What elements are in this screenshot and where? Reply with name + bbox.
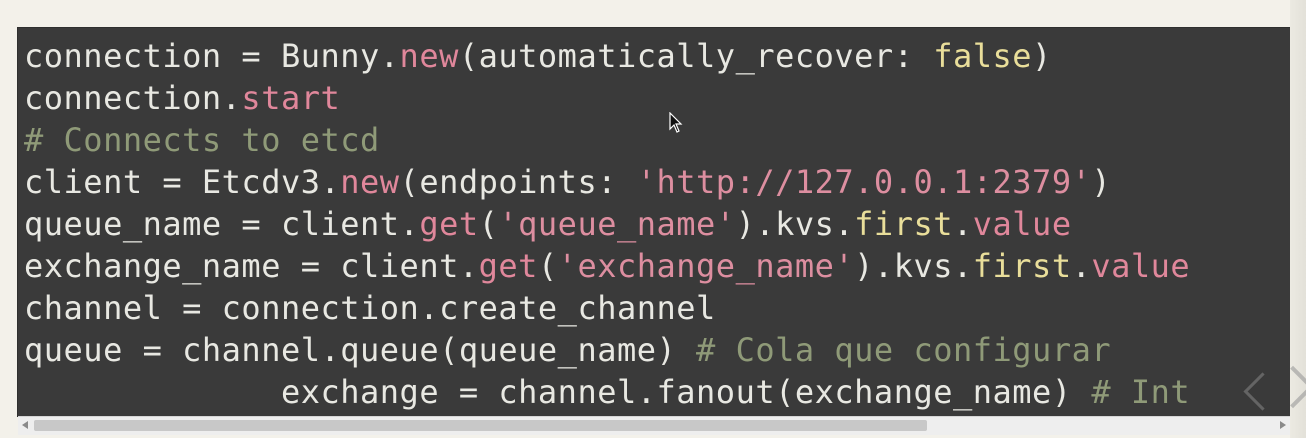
code-token-method: value	[972, 205, 1072, 243]
code-token-ident: .	[1071, 247, 1092, 285]
code-token-ident: queue_name = client.	[24, 205, 420, 243]
code-token-ident: connection = Bunny.	[24, 37, 400, 75]
code-token-method: value	[1091, 247, 1191, 285]
code-token-comment: # Int	[1091, 373, 1191, 411]
horizontal-scrollbar[interactable]	[18, 416, 1290, 435]
code-token-ident: (automatically_recover:	[458, 37, 934, 75]
code-token-ident: queue = channel.queue(queue_name)	[24, 331, 697, 369]
code-token-ident: client = Etcdv3.	[24, 163, 341, 201]
code-line: # Connects to etcd	[24, 119, 1190, 161]
code-line: connection = Bunny.new(automatically_rec…	[24, 35, 1190, 77]
code-token-ident: )	[1091, 163, 1112, 201]
code-token-ident: .	[952, 205, 973, 243]
code-token-bool: first	[972, 247, 1072, 285]
code-token-string: 'http://127.0.0.1:2379'	[636, 163, 1092, 201]
code-token-ident: channel = connection.create_channel	[24, 289, 716, 327]
code-token-bool: false	[933, 37, 1033, 75]
code-token-ident: exchange_name = client.	[24, 247, 479, 285]
scroll-right-arrow-icon[interactable]	[1280, 421, 1286, 429]
code-token-method: get	[478, 247, 538, 285]
code-line: exchange = channel.fanout(exchange_name)…	[24, 371, 1190, 413]
code-token-ident: exchange = channel.fanout(exchange_name)	[24, 373, 1092, 411]
code-token-ident: (endpoints:	[399, 163, 637, 201]
code-token-method: new	[399, 37, 459, 75]
code-token-string: 'exchange_name'	[557, 247, 855, 285]
code-line: queue = channel.queue(queue_name) # Cola…	[24, 329, 1190, 371]
code-line: connection.start	[24, 77, 1190, 119]
code-lines: connection = Bunny.new(automatically_rec…	[24, 35, 1190, 413]
code-token-ident: )	[1032, 37, 1052, 75]
code-token-string: 'queue_name'	[498, 205, 736, 243]
code-token-comment: # Cola que configurar	[696, 331, 1112, 369]
code-line: queue_name = client.get('queue_name').kv…	[24, 203, 1190, 245]
code-token-ident: (	[478, 205, 499, 243]
code-token-ident: ).kvs.	[854, 247, 973, 285]
scroll-left-arrow-icon[interactable]	[22, 421, 28, 429]
code-token-method: start	[241, 79, 341, 117]
code-line: client = Etcdv3.new(endpoints: 'http://1…	[24, 161, 1190, 203]
code-token-ident: connection.	[24, 79, 242, 117]
code-token-ident: (	[537, 247, 558, 285]
scrollbar-thumb[interactable]	[34, 420, 927, 431]
code-token-method: new	[340, 163, 400, 201]
code-token-bool: first	[854, 205, 953, 243]
code-line: exchange_name = client.get('exchange_nam…	[24, 245, 1190, 287]
code-token-comment: # Connects to etcd	[24, 121, 380, 159]
code-editor-panel[interactable]: connection = Bunny.new(automatically_rec…	[18, 28, 1290, 416]
code-token-method: get	[419, 205, 479, 243]
code-token-ident: ).kvs.	[735, 205, 855, 243]
code-line: channel = connection.create_channel	[24, 287, 1190, 329]
